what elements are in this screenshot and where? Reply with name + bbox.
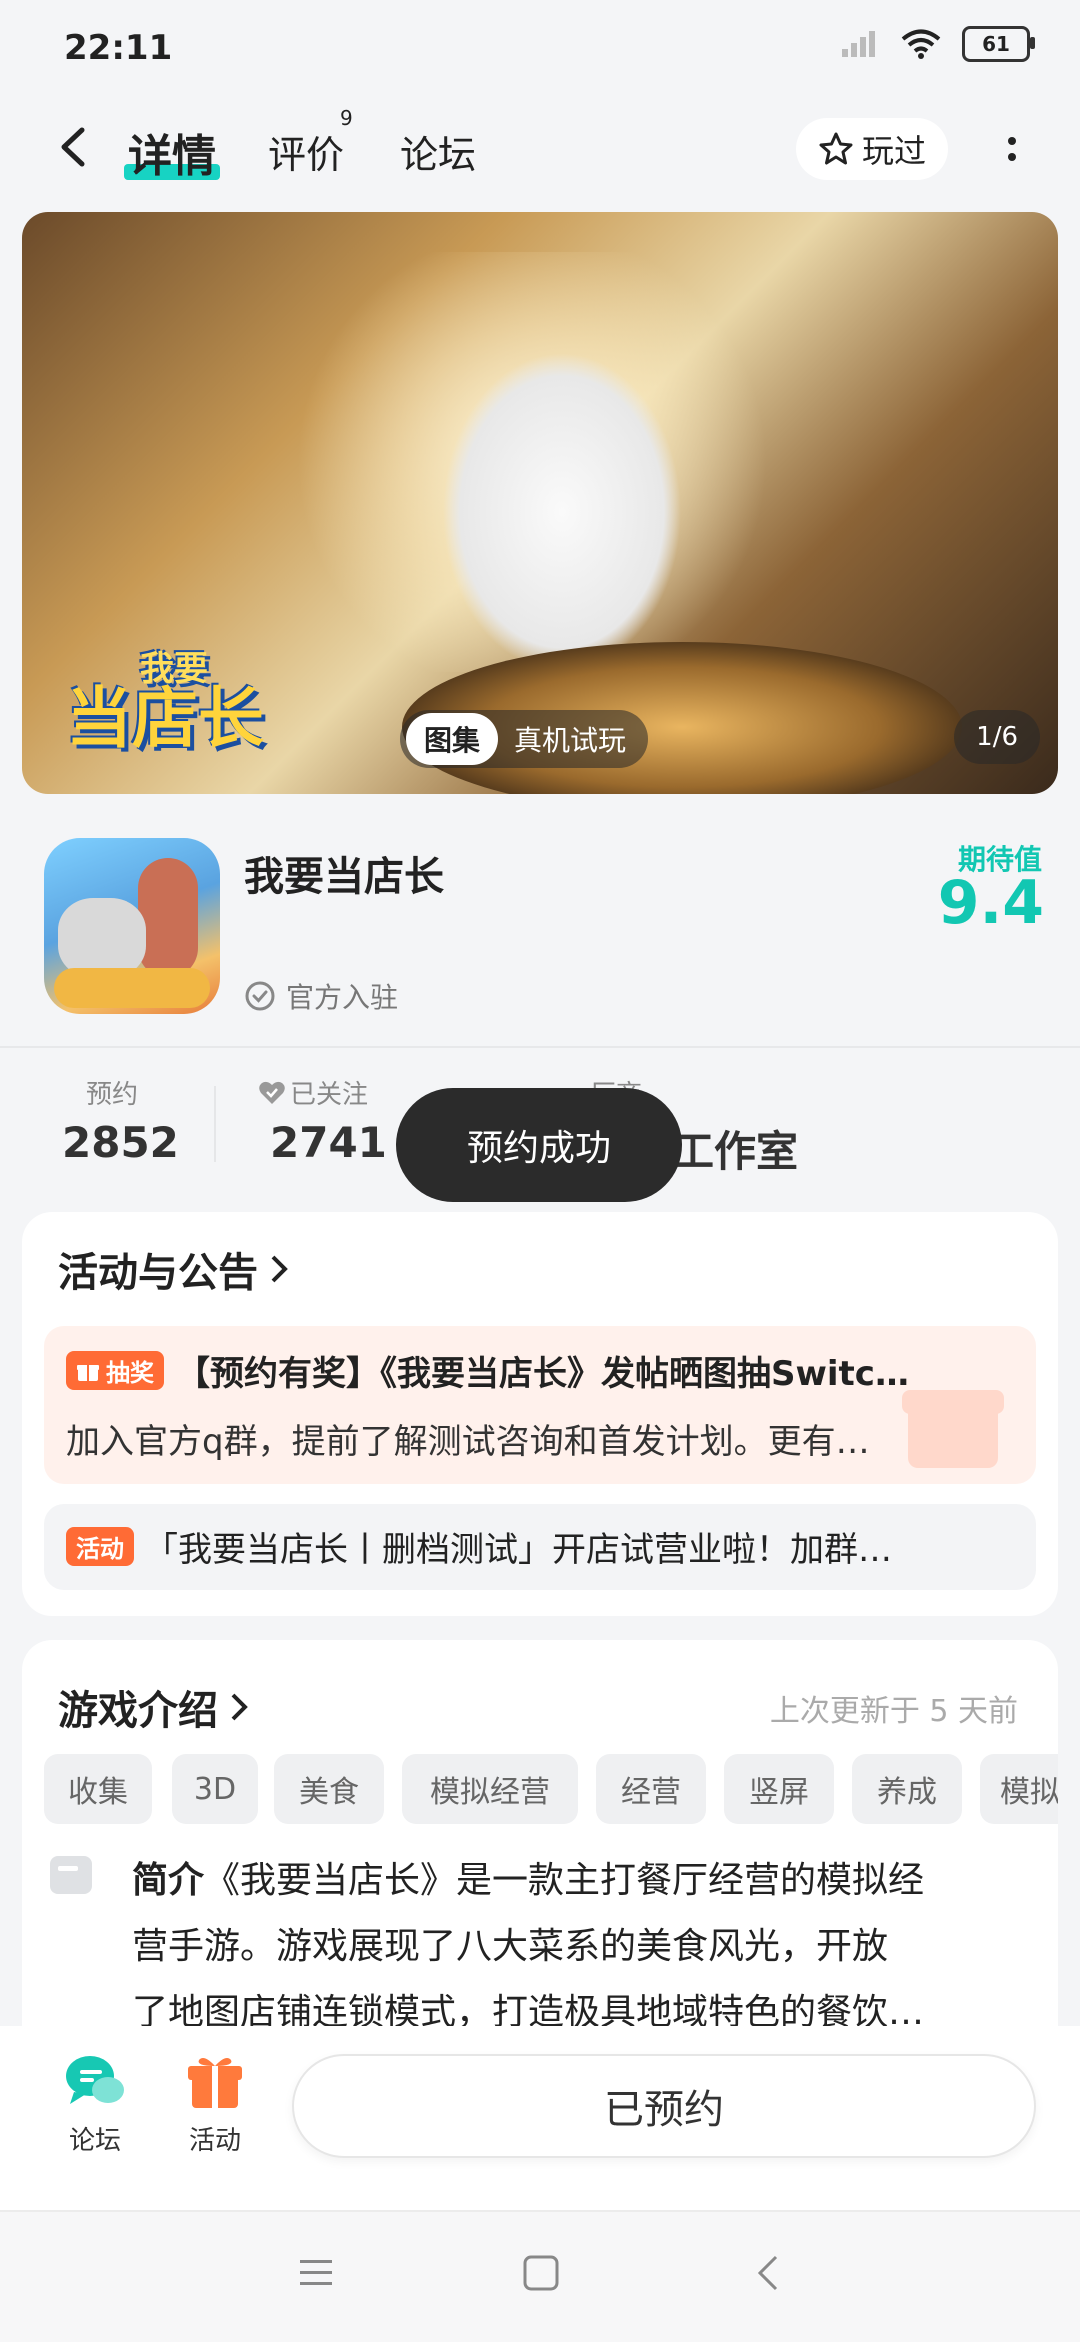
activity-shortcut[interactable]: 活动 xyxy=(172,2052,258,2157)
chevron-right-icon xyxy=(271,1255,288,1283)
notice-activity-row: 活动 「我要当店长丨删档测试」开店试营业啦！加群… xyxy=(66,1522,892,1571)
expect-value: 9.4 xyxy=(937,868,1044,938)
real-play-button[interactable]: 真机试玩 xyxy=(514,719,626,759)
follow-label-group: 已关注 xyxy=(258,1074,368,1111)
reserved-button[interactable]: 已预约 xyxy=(292,2054,1036,2158)
forum-shortcut[interactable]: 论坛 xyxy=(52,2052,138,2157)
played-button[interactable]: 玩过 xyxy=(796,118,948,180)
genre-tag[interactable]: 3D xyxy=(172,1754,258,1824)
forum-chat-icon xyxy=(66,2056,124,2104)
activities-title-text: 活动与公告 xyxy=(58,1250,258,1296)
app-icon-pizza xyxy=(54,968,210,1008)
intro-title-text: 游戏介绍 xyxy=(58,1688,218,1734)
genre-tag[interactable]: 经营 xyxy=(596,1754,706,1824)
toast-message: 预约成功 xyxy=(396,1088,682,1202)
star-icon xyxy=(819,132,853,165)
app-icon-cat xyxy=(58,898,146,978)
summary-label: 简介 xyxy=(132,1860,205,1901)
status-bar: 22:11 61 xyxy=(0,0,1080,90)
official-label: 官方入驻 xyxy=(286,981,399,1014)
notice-lottery-desc: 加入官方q群，提前了解测试咨询和首发计划。更有… xyxy=(66,1422,870,1462)
intro-updated: 上次更新于 5 天前 xyxy=(769,1694,1018,1729)
vendor-value[interactable]: 工作室 xyxy=(672,1118,798,1179)
battery-level: 61 xyxy=(982,32,1010,56)
menu-icon[interactable] xyxy=(298,2256,334,2290)
heart-check-icon xyxy=(259,1081,285,1104)
genre-tag[interactable]: 美食 xyxy=(274,1754,384,1824)
back-nav-icon[interactable] xyxy=(756,2254,780,2292)
check-circle-icon xyxy=(245,981,275,1011)
summary-icon xyxy=(50,1856,92,1894)
wifi-icon xyxy=(901,29,941,59)
notice-activity[interactable]: 活动 「我要当店长丨删档测试」开店试营业啦！加群… xyxy=(44,1504,1036,1590)
intro-title[interactable]: 游戏介绍 xyxy=(58,1678,250,1736)
more-icon[interactable] xyxy=(1000,124,1024,174)
summary-line: 《我要当店长》是一款主打餐厅经营的模拟经 xyxy=(204,1860,925,1901)
battery-icon: 61 xyxy=(962,26,1035,62)
genre-tag[interactable]: 模拟经营 xyxy=(402,1754,578,1824)
signal-icon xyxy=(842,31,875,57)
game-title: 我要当店长 xyxy=(244,854,444,900)
app-icon-girl xyxy=(138,858,198,978)
notice-activity-title: 「我要当店长丨删档测试」开店试营业啦！加群… xyxy=(144,1530,892,1570)
top-nav: 详情 评价 9 论坛 玩过 xyxy=(0,100,1080,200)
tab-forum[interactable]: 论坛 xyxy=(400,124,476,179)
reserve-label: 预约 xyxy=(86,1080,139,1110)
follow-label: 已关注 xyxy=(290,1080,369,1110)
lottery-tag: 抽奖 xyxy=(66,1351,164,1390)
activities-card: 活动与公告 抽奖 【预约有奖】《我要当店长》发帖晒图抽Switc… 加入官方q群… xyxy=(22,1212,1058,1616)
home-icon[interactable] xyxy=(522,2254,560,2292)
forum-shortcut-label: 论坛 xyxy=(68,2126,121,2156)
tab-reviews[interactable]: 评价 xyxy=(268,124,344,179)
game-logo: 我要 当店长 xyxy=(66,649,264,757)
gift-icon xyxy=(188,2058,242,2108)
follow-value: 2741 xyxy=(270,1118,387,1167)
media-switch: 图集 真机试玩 xyxy=(400,710,649,768)
gift-watermark-icon xyxy=(902,1390,1004,1468)
bottom-action-bar: 论坛 活动 已预约 xyxy=(0,2026,1080,2210)
hero-chef-illustration xyxy=(442,352,682,672)
activity-shortcut-label: 活动 xyxy=(188,2126,241,2156)
activity-tag: 活动 xyxy=(66,1527,134,1566)
genre-tags: 收集 3D 美食 模拟经营 经营 竖屏 养成 模拟 xyxy=(22,1754,1058,1824)
gallery-button[interactable]: 图集 xyxy=(406,713,499,765)
hero-pager: 1/6 xyxy=(954,710,1040,764)
gift-icon xyxy=(77,1364,99,1381)
played-label: 玩过 xyxy=(861,132,926,170)
notice-lottery[interactable]: 抽奖 【预约有奖】《我要当店长》发帖晒图抽Switc… 加入官方q群，提前了解测… xyxy=(44,1326,1036,1484)
activities-title[interactable]: 活动与公告 xyxy=(58,1240,290,1298)
app-icon xyxy=(44,838,220,1014)
official-badge: 官方入驻 xyxy=(244,976,398,1016)
summary-line: 营手游。游戏展现了八大菜系的美食风光，开放 xyxy=(132,1926,889,1967)
genre-tag[interactable]: 养成 xyxy=(852,1754,962,1824)
notice-lottery-title: 【预约有奖】《我要当店长》发帖晒图抽Switc… xyxy=(176,1354,909,1394)
hero-banner[interactable]: 我要 当店长 xyxy=(22,212,1058,794)
chevron-right-icon xyxy=(231,1693,248,1721)
status-time: 22:11 xyxy=(64,28,173,68)
system-nav-bar xyxy=(0,2210,1080,2342)
intro-summary: 简介《我要当店长》是一款主打餐厅经营的模拟经 营手游。游戏展现了八大菜系的美食风… xyxy=(132,1848,1012,2046)
genre-tag[interactable]: 收集 xyxy=(44,1754,152,1824)
review-count-badge: 9 xyxy=(340,106,353,130)
notice-lottery-header: 抽奖 【预约有奖】《我要当店长》发帖晒图抽Switc… xyxy=(66,1346,909,1395)
stat-separator xyxy=(214,1086,216,1162)
lottery-tag-label: 抽奖 xyxy=(106,1359,154,1387)
status-icons: 61 xyxy=(840,26,1035,62)
back-icon[interactable] xyxy=(52,124,98,170)
reserve-value: 2852 xyxy=(62,1118,179,1167)
tab-details[interactable]: 详情 xyxy=(124,120,220,184)
genre-tag[interactable]: 竖屏 xyxy=(724,1754,834,1824)
divider xyxy=(0,1046,1080,1048)
genre-tag[interactable]: 模拟 xyxy=(980,1754,1058,1824)
